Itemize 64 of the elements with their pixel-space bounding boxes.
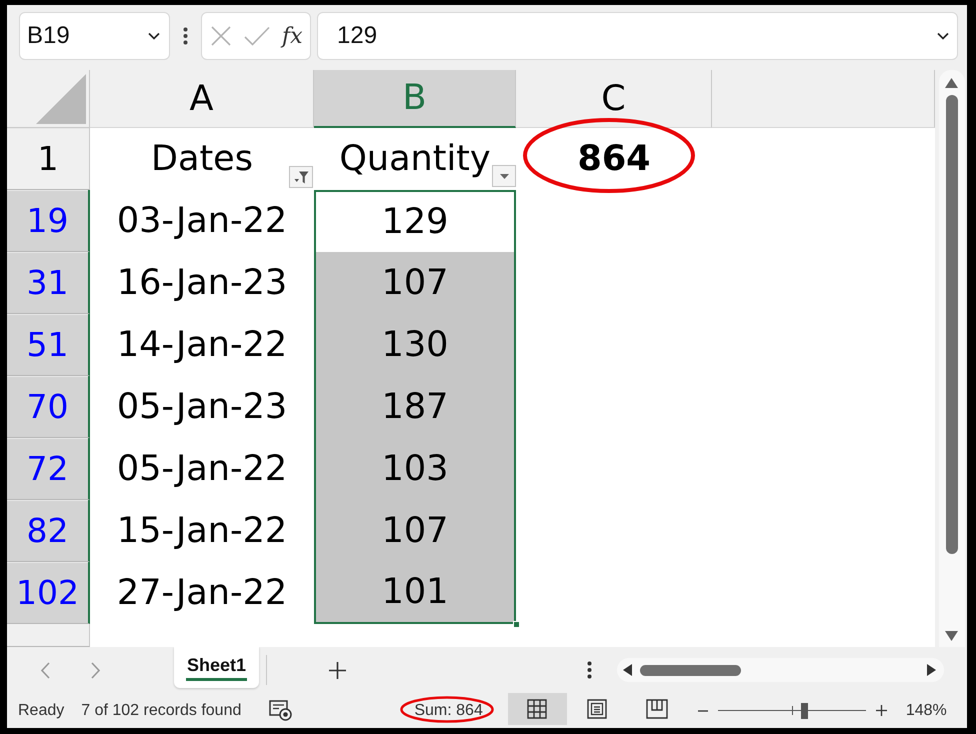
sheet-tab[interactable]: Sheet1: [174, 647, 259, 688]
caret-down-icon: [500, 174, 508, 178]
date-cell-text: 14-Jan-22: [116, 324, 288, 367]
slider-thumb[interactable]: [800, 702, 808, 718]
row-header[interactable]: 19: [7, 190, 90, 252]
date-cell-text: 27-Jan-22: [116, 572, 288, 615]
filter-button[interactable]: [289, 166, 313, 188]
records-found-text: 7 of 102 records found: [81, 702, 242, 720]
sum-text: Sum: 864: [414, 702, 483, 720]
quantity-cell: 107: [314, 500, 516, 562]
zoom-percentage[interactable]: 148%: [906, 702, 947, 720]
column-title: Dates: [151, 139, 253, 179]
scrollbar-thumb[interactable]: [640, 664, 741, 676]
row-header[interactable]: 51: [7, 314, 90, 376]
date-cell-text: 03-Jan-22: [116, 200, 288, 243]
left-triangle-icon[interactable]: [623, 664, 632, 676]
normal-view-button[interactable]: [508, 693, 567, 725]
quantity-cell: 187: [314, 376, 516, 438]
page-icon: [587, 699, 608, 719]
funnel-icon: [294, 170, 308, 184]
row-header[interactable]: 82: [7, 500, 90, 562]
row-header[interactable]: 1: [7, 128, 90, 190]
triangle-icon: [36, 74, 86, 124]
grid-icon: [527, 699, 548, 719]
document-circle-icon[interactable]: [269, 700, 292, 721]
horizontal-scrollbar[interactable]: [617, 658, 944, 682]
row-header[interactable]: 70: [7, 376, 90, 438]
fill-handle[interactable]: [513, 621, 520, 628]
total-value: 864: [577, 139, 651, 179]
up-triangle-icon[interactable]: [945, 78, 958, 88]
chevron-down-icon[interactable]: [937, 32, 949, 40]
plus-icon[interactable]: [876, 705, 887, 716]
column-header[interactable]: C: [516, 70, 712, 128]
column-title: Quantity: [339, 139, 491, 179]
row-header[interactable]: 102: [7, 562, 90, 624]
date-cell-text: 05-Jan-22: [116, 448, 288, 491]
date-cell-text: 05-Jan-23: [116, 386, 288, 429]
dropdown-button[interactable]: [492, 165, 516, 187]
down-triangle-icon[interactable]: [945, 631, 958, 641]
chevron-down-icon[interactable]: [148, 32, 160, 40]
column-header[interactable]: B: [314, 70, 516, 128]
grip-icon[interactable]: [183, 27, 188, 45]
status-mode: Ready: [18, 702, 64, 720]
right-triangle-icon[interactable]: [927, 664, 936, 676]
formula-input[interactable]: 129: [317, 12, 958, 60]
insert-function-button[interactable]: fx: [282, 24, 303, 48]
column-header[interactable]: A: [90, 70, 314, 128]
scrollbar-thumb[interactable]: [946, 95, 958, 554]
plus-icon[interactable]: [329, 662, 346, 678]
quantity-cell: 107: [314, 252, 516, 314]
row-header[interactable]: 31: [7, 252, 90, 314]
row-header[interactable]: 72: [7, 438, 90, 500]
quantity-cell: 129: [314, 190, 516, 252]
quantity-cell: 130: [314, 314, 516, 376]
quantity-cell: 101: [314, 562, 516, 624]
name-box[interactable]: B19: [19, 12, 170, 60]
page-break-icon: [646, 699, 668, 719]
zoom-slider[interactable]: [718, 702, 866, 718]
date-cell-text: 16-Jan-23: [116, 262, 288, 305]
vertical-scrollbar[interactable]: [938, 70, 964, 647]
more-icon[interactable]: [587, 661, 592, 679]
check-icon[interactable]: [244, 26, 270, 46]
date-cell-text: 15-Jan-22: [116, 510, 288, 553]
quantity-cell: 103: [314, 438, 516, 500]
